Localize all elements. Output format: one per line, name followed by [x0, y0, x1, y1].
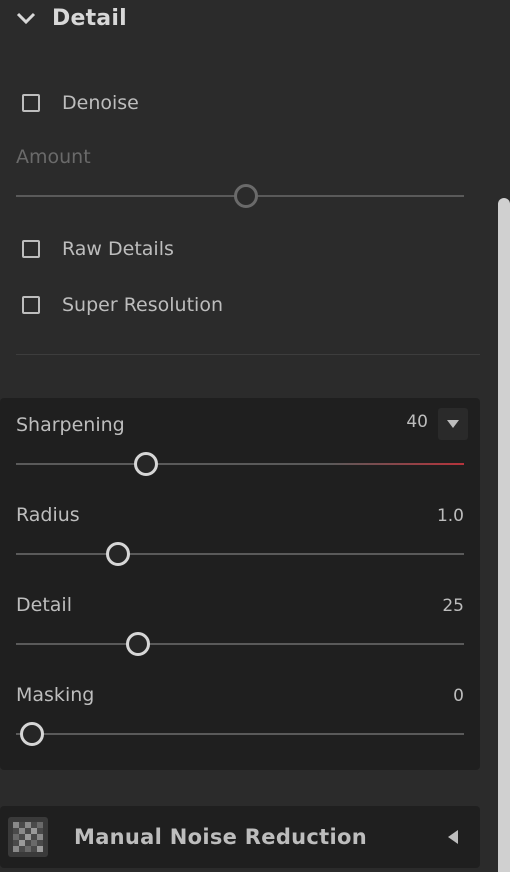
section-title: Detail: [52, 5, 127, 31]
super-resolution-checkbox[interactable]: [22, 296, 40, 314]
raw-details-checkbox[interactable]: [22, 240, 40, 258]
triangle-down-icon: [447, 420, 459, 428]
sharpening-label: Sharpening: [16, 414, 125, 436]
super-resolution-label: Super Resolution: [62, 294, 223, 316]
noise-pattern-icon: [8, 817, 48, 857]
amount-slider-thumb[interactable]: [234, 184, 258, 208]
detail-slider-thumb[interactable]: [126, 632, 150, 656]
denoise-checkbox[interactable]: [22, 94, 40, 112]
sharpening-slider-thumb[interactable]: [134, 452, 158, 476]
detail-label: Detail: [16, 594, 72, 616]
masking-slider-track: [16, 733, 464, 735]
radius-slider-thumb[interactable]: [106, 542, 130, 566]
radius-label: Radius: [16, 504, 80, 526]
amount-label: Amount: [16, 146, 91, 168]
radius-slider-track: [16, 553, 464, 555]
detail-section-header[interactable]: Detail: [14, 4, 127, 32]
sharpening-panel: [0, 398, 480, 770]
manual-noise-reduction-title: Manual Noise Reduction: [74, 825, 367, 849]
sharpening-value[interactable]: 40: [406, 412, 428, 432]
masking-label: Masking: [16, 684, 95, 706]
raw-details-label: Raw Details: [62, 238, 174, 260]
section-divider: [16, 354, 480, 355]
radius-value[interactable]: 1.0: [437, 506, 464, 526]
manual-noise-reduction-header[interactable]: Manual Noise Reduction: [0, 806, 480, 868]
sharpening-dropdown-button[interactable]: [438, 408, 468, 440]
detail-value[interactable]: 25: [442, 596, 464, 616]
triangle-left-icon: [448, 830, 458, 844]
denoise-label: Denoise: [62, 92, 139, 114]
detail-slider-track: [16, 643, 464, 645]
super-resolution-row[interactable]: Super Resolution: [22, 294, 223, 316]
chevron-down-icon: [16, 12, 36, 25]
masking-slider-thumb[interactable]: [20, 722, 44, 746]
raw-details-row[interactable]: Raw Details: [22, 238, 174, 260]
sharpening-slider-track: [16, 463, 464, 465]
scrollbar[interactable]: [498, 198, 510, 872]
denoise-row[interactable]: Denoise: [22, 92, 139, 114]
masking-value[interactable]: 0: [453, 686, 464, 706]
